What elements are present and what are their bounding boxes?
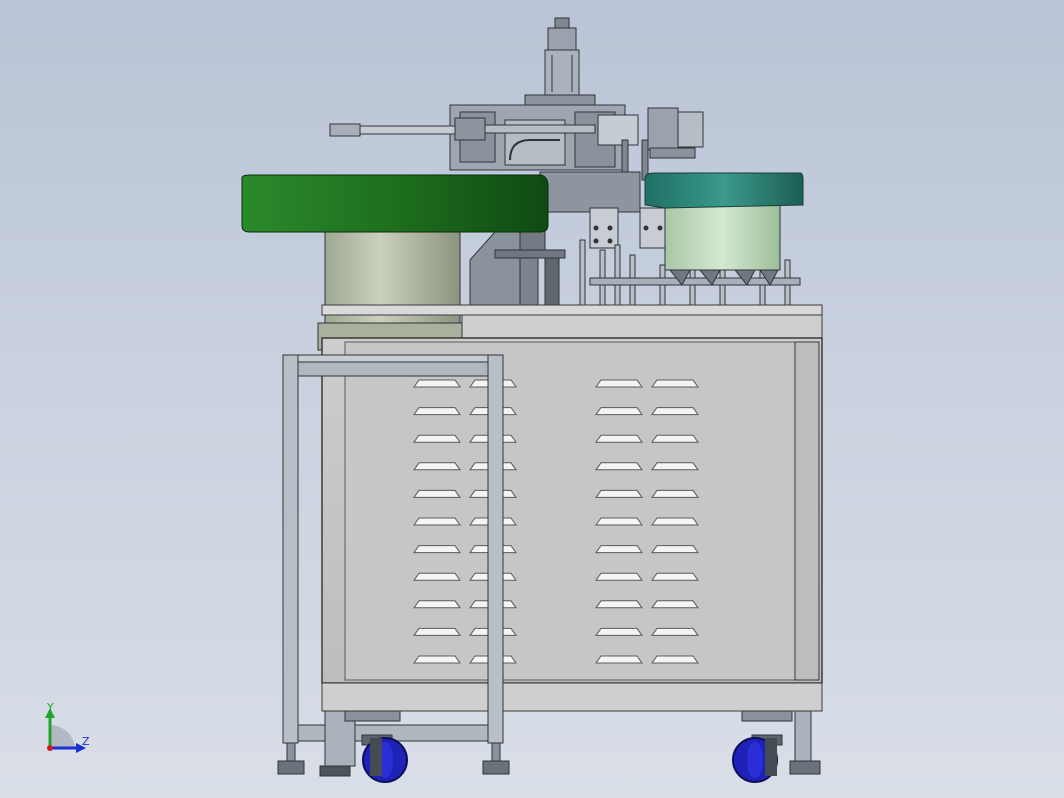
vent-slot [413, 545, 461, 554]
cabinet[interactable] [321, 337, 823, 712]
vent-slot [651, 489, 699, 498]
vent-slot [651, 379, 699, 388]
vent-slot [413, 462, 461, 471]
vent-slot [413, 407, 461, 416]
vent-slot [651, 627, 699, 636]
vent-slot [595, 489, 643, 498]
vent-slot [595, 379, 643, 388]
vent-slot [413, 434, 461, 443]
orientation-triad: Y Z [45, 701, 90, 753]
feet-and-casters[interactable] [277, 710, 821, 783]
vent-slot [413, 379, 461, 388]
machine-model[interactable]: Y Z [0, 0, 1064, 798]
vent-slot [413, 627, 461, 636]
vent-slot [595, 517, 643, 526]
vent-slot [595, 462, 643, 471]
vent-slot [595, 407, 643, 416]
vent-slot [595, 600, 643, 609]
vent-slot [413, 572, 461, 581]
z-axis-label: Z [82, 735, 90, 748]
vent-slot [595, 627, 643, 636]
vent-slot [651, 407, 699, 416]
vent-slot [413, 600, 461, 609]
origin-point [47, 745, 53, 751]
vent-slot [651, 655, 699, 664]
vent-slot [651, 572, 699, 581]
cad-viewport[interactable]: Y Z [0, 0, 1064, 798]
vent-slot [413, 655, 461, 664]
vent-slot [651, 462, 699, 471]
vent-slot [595, 434, 643, 443]
vent-slot [651, 545, 699, 554]
vent-slot [651, 517, 699, 526]
right-feeder-bowl[interactable] [644, 172, 804, 286]
y-axis-label: Y [46, 701, 54, 714]
vent-slot [595, 655, 643, 664]
vent-slot [595, 572, 643, 581]
vent-slot [595, 545, 643, 554]
vent-slot [651, 600, 699, 609]
vent-slot [413, 517, 461, 526]
vent-slot [651, 434, 699, 443]
vent-slot [413, 489, 461, 498]
